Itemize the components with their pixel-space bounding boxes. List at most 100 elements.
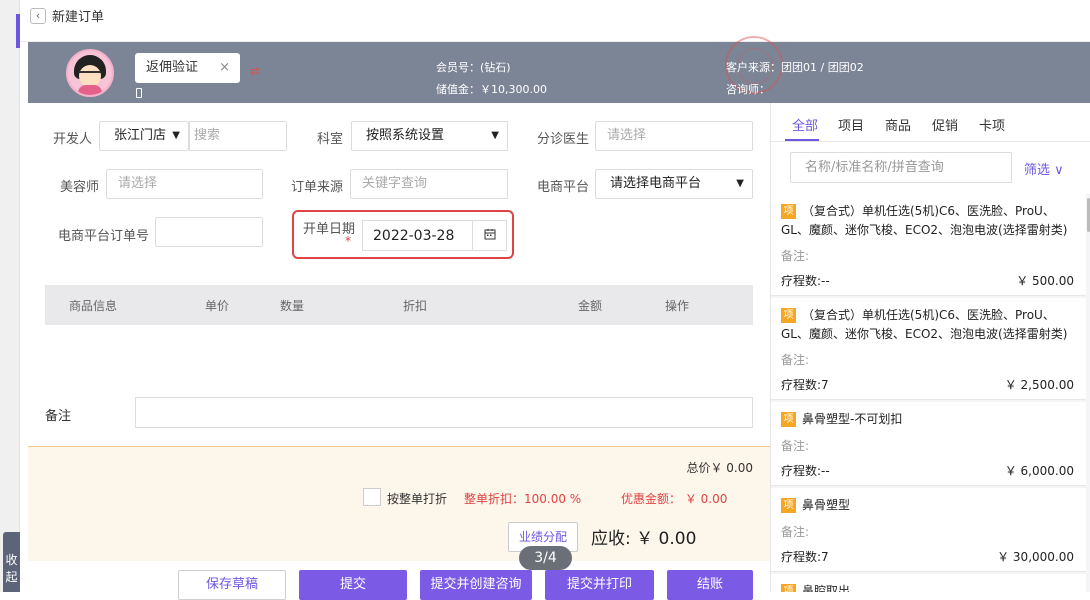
save-draft-button[interactable]: 保存草稿 <box>178 570 286 600</box>
item-name: 鼻骨塑型 <box>802 498 851 512</box>
list-item[interactable]: 项鼻骨塑型 备注: 疗程数:7 ￥ 30,000.00 <box>771 488 1086 572</box>
developer-store-value: 张江门店 <box>114 128 167 143</box>
member-number: 会员号：(钻石) <box>436 61 511 74</box>
item-price: ￥ 2,500.00 <box>1004 378 1074 392</box>
doctor-input[interactable]: 请选择 <box>595 121 753 151</box>
item-qty: 疗程数:-- <box>781 464 830 478</box>
platform-value: 请选择电商平台 <box>610 176 702 191</box>
item-type-tag: 项 <box>781 412 796 427</box>
platform-select[interactable]: 请选择电商平台 ▼ <box>595 169 753 199</box>
item-type-tag: 项 <box>781 584 796 592</box>
list-item[interactable]: 项（复合式）单机任选(5机)C6、医洗脸、ProU、GL、魔颜、迷你飞梭、ECO… <box>771 194 1086 296</box>
item-price: ￥ 30,000.00 <box>997 550 1074 564</box>
discount-amount: 优惠金额： ￥ 0.00 <box>621 492 728 506</box>
beautician-label: 美容师 <box>60 180 100 195</box>
list-item[interactable]: 项鼻骨塑型-不可划扣 备注: 疗程数:-- ￥ 6,000.00 <box>771 402 1086 486</box>
product-table-header: 商品信息 单价 数量 折扣 金额 操作 <box>45 285 753 325</box>
item-type-tag: 项 <box>781 308 796 323</box>
tab-project[interactable]: 项目 <box>838 115 864 134</box>
customer-info: 客户来源：团团01 / 团团02 咨询师： <box>726 57 864 101</box>
table-header: 商品信息 <box>69 299 118 313</box>
item-price: ￥ 6,000.00 <box>1004 464 1074 478</box>
item-note: 备注: <box>781 525 810 539</box>
item-name: 鼻腔取出 <box>802 584 851 592</box>
table-header: 操作 <box>665 299 690 313</box>
filter-label: 筛选 <box>1024 163 1051 178</box>
dept-value: 按照系统设置 <box>366 128 445 143</box>
calendar-icon[interactable] <box>472 220 507 251</box>
phone-icon <box>136 88 142 98</box>
list-item[interactable]: 项（复合式）单机任选(5机)C6、医洗脸、ProU、GL、魔颜、迷你飞梭、ECO… <box>771 298 1086 400</box>
item-name: （复合式）单机任选(5机)C6、医洗脸、ProU、GL、魔颜、迷你飞梭、ECO2… <box>781 308 1068 341</box>
swap-icon[interactable]: ⇄ <box>250 64 260 78</box>
dept-label: 科室 <box>317 132 344 147</box>
collapse-button[interactable]: 收起 <box>3 532 20 592</box>
doctor-label: 分诊医生 <box>537 132 590 147</box>
customer-source: 客户来源：团团01 / 团团02 <box>726 61 864 74</box>
submit-create-consult-button[interactable]: 提交并创建咨询 <box>420 570 532 600</box>
item-qty: 疗程数:-- <box>781 274 830 288</box>
remark-label: 备注 <box>45 409 72 424</box>
avatar <box>66 49 114 97</box>
amount-due: 应收: ￥ 0.00 <box>591 529 697 549</box>
item-note: 备注: <box>781 249 810 263</box>
developer-search-input[interactable]: 搜索 <box>189 121 287 151</box>
item-type-tag: 项 <box>781 498 796 513</box>
filter-button[interactable]: 筛选 ∨ <box>1024 159 1064 178</box>
list-item[interactable]: 项鼻腔取出 <box>771 574 1086 592</box>
page-indicator: 3/4 <box>519 546 572 570</box>
remark-input[interactable] <box>135 397 753 428</box>
member-info: 会员号：(钻石) 储值金：￥10,300.00 <box>436 57 547 101</box>
table-header: 单价 <box>205 299 230 313</box>
item-type-tag: 项 <box>781 204 796 219</box>
top-bar: ‹ 新建订单 <box>20 0 1090 42</box>
tab-all[interactable]: 全部 <box>792 115 818 134</box>
chevron-left-icon[interactable]: ‹ <box>30 8 46 24</box>
catalog-list: 项（复合式）单机任选(5机)C6、医洗脸、ProU、GL、魔颜、迷你飞梭、ECO… <box>771 194 1090 592</box>
item-qty: 疗程数:7 <box>781 550 829 564</box>
item-qty: 疗程数:7 <box>781 378 829 392</box>
member-banner: 返佣验证 × ⇄ 会员号：(钻石) 储值金：￥10,300.00 客户来源：团团… <box>28 36 1090 103</box>
stored-value: 储值金：￥10,300.00 <box>436 83 547 96</box>
beautician-input[interactable]: 请选择 <box>106 169 263 199</box>
tab-card[interactable]: 卡项 <box>979 115 1005 134</box>
chevron-down-icon: ▼ <box>172 130 180 141</box>
whole-discount-checkbox[interactable] <box>363 488 381 506</box>
source-label: 订单来源 <box>291 180 344 195</box>
tab-promotion[interactable]: 促销 <box>932 115 958 134</box>
item-note: 备注: <box>781 439 810 453</box>
item-name: （复合式）单机任选(5机)C6、医洗脸、ProU、GL、魔颜、迷你飞梭、ECO2… <box>781 204 1068 237</box>
item-price: ￥ 500.00 <box>1016 274 1074 288</box>
catalog-panel: 全部 项目 商品 促销 卡项 名称/标准名称/拼音查询 筛选 ∨ 项（复合式）单… <box>770 103 1090 592</box>
active-tab-underline <box>785 139 819 141</box>
required-marker: * <box>345 234 351 248</box>
platform-label: 电商平台 <box>537 180 590 195</box>
platform-order-label: 电商平台订单号 <box>58 229 150 244</box>
order-date-input[interactable]: 2022-03-28 <box>362 220 472 251</box>
table-header: 数量 <box>280 299 305 313</box>
catalog-search-input[interactable]: 名称/标准名称/拼音查询 <box>790 152 1012 183</box>
consultant: 咨询师： <box>726 83 770 96</box>
submit-button[interactable]: 提交 <box>299 570 407 600</box>
dept-select[interactable]: 按照系统设置 ▼ <box>351 121 508 151</box>
chevron-down-icon: ▼ <box>736 178 744 189</box>
rebate-verify-label: 返佣验证 <box>146 60 199 75</box>
discount-rate[interactable]: 整单折扣：100.00 % <box>464 490 581 507</box>
whole-discount-label: 按整单打折 <box>387 492 448 506</box>
checkout-button[interactable]: 结账 <box>667 570 753 600</box>
chevron-down-icon: ▼ <box>491 130 499 141</box>
total-price: 总价￥ 0.00 <box>686 461 753 475</box>
platform-order-input[interactable] <box>155 217 263 247</box>
close-icon[interactable]: × <box>219 53 230 83</box>
left-nav-strip <box>0 0 20 592</box>
tab-goods[interactable]: 商品 <box>885 115 911 134</box>
rebate-verify-tag[interactable]: 返佣验证 × <box>135 53 240 83</box>
item-name: 鼻骨塑型-不可划扣 <box>802 412 903 426</box>
developer-label: 开发人 <box>53 132 93 147</box>
source-input[interactable]: 关键字查询 <box>350 169 508 199</box>
catalog-tabs: 全部 项目 商品 促销 卡项 <box>771 103 1090 142</box>
table-header: 折扣 <box>403 299 428 313</box>
table-header: 金额 <box>578 299 603 313</box>
developer-store-select[interactable]: 张江门店 ▼ <box>99 121 189 151</box>
submit-print-button[interactable]: 提交并打印 <box>545 570 654 600</box>
